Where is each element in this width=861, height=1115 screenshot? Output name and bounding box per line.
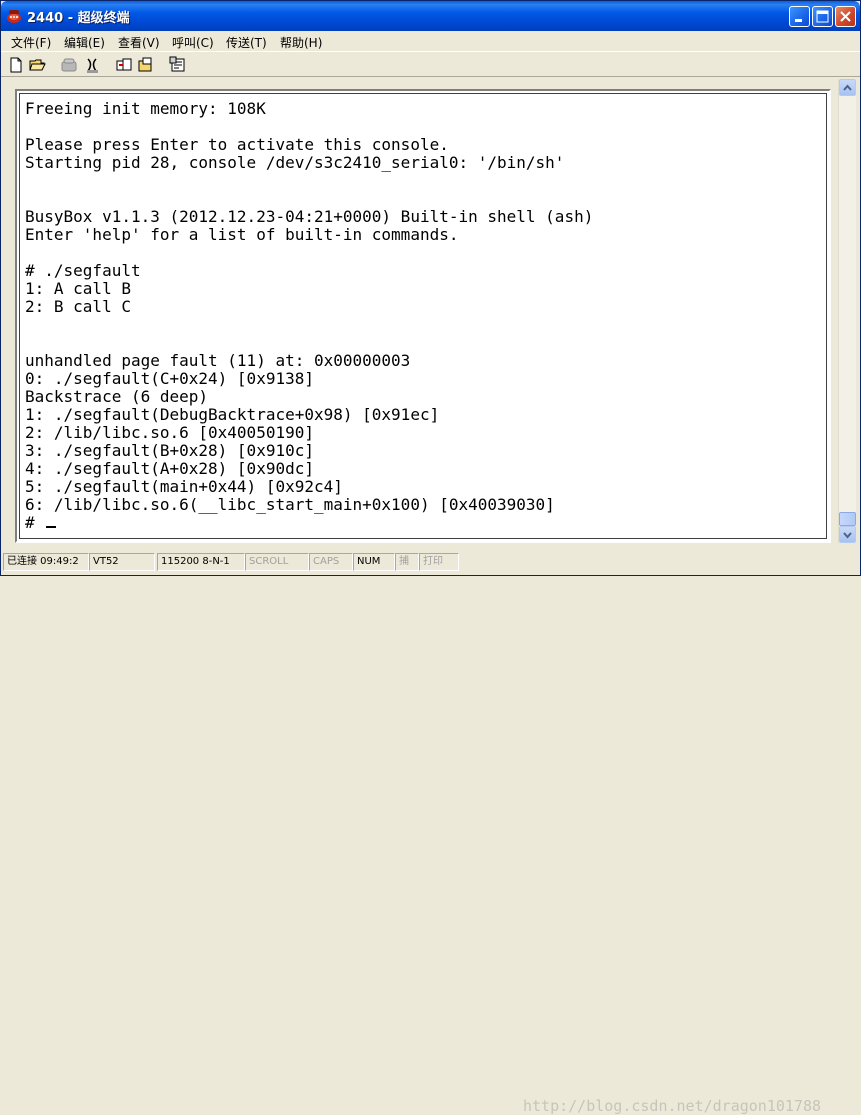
terminal-prompt: # [25, 513, 45, 532]
watermark: http://blog.csdn.net/dragon101788 [523, 1097, 822, 1115]
terminal-cursor [46, 526, 57, 528]
status-scroll: SCROLL [245, 553, 309, 571]
terminal-line: 5: ./segfault(main+0x44) [0x92c4] [25, 477, 343, 496]
scroll-thumb[interactable] [839, 512, 856, 526]
menu-call[interactable]: 呼叫(C) [172, 34, 214, 51]
menu-edit[interactable]: 编辑(E) [64, 34, 105, 51]
maximize-button[interactable] [812, 6, 833, 27]
menu-bar: 文件(F) 编辑(E) 查看(V) 呼叫(C) 传送(T) 帮助(H) [1, 31, 860, 51]
window-title: 2440 - 超级终端 [27, 11, 130, 26]
send-icon[interactable] [115, 56, 133, 74]
menu-view[interactable]: 查看(V) [118, 34, 160, 51]
terminal-line: 6: /lib/libc.so.6(__libc_start_main+0x10… [25, 495, 555, 514]
status-caps: CAPS [309, 553, 353, 571]
terminal-line: unhandled page fault (11) at: 0x00000003 [25, 351, 411, 370]
hyperterminal-app-icon[interactable] [6, 8, 22, 24]
new-document-icon[interactable] [7, 56, 25, 74]
terminal-frame: Freeing init memory: 108K Please press E… [15, 89, 831, 543]
terminal-line: Enter 'help' for a list of built-in comm… [25, 225, 459, 244]
status-bar: 已连接 09:49:2 VT52 115200 8-N-1 SCROLL CAP… [1, 549, 860, 1115]
arrow-up-icon [843, 84, 852, 91]
terminal-line: 1: ./segfault(DebugBacktrace+0x98) [0x91… [25, 405, 440, 424]
status-connected-time: 已连接 09:49:2 [3, 553, 89, 571]
maximize-icon [816, 10, 829, 23]
terminal-line: 2: B call C [25, 297, 131, 316]
terminal-line: 1: A call B [25, 279, 131, 298]
status-port-settings: 115200 8-N-1 [157, 553, 245, 571]
menu-help[interactable]: 帮助(H) [280, 34, 322, 51]
phone-icon[interactable] [60, 56, 78, 74]
terminal-line: 2: /lib/libc.so.6 [0x40050190] [25, 423, 314, 442]
properties-icon[interactable] [169, 56, 187, 74]
status-capture: 捕 [395, 553, 419, 571]
close-icon [840, 11, 851, 22]
hyperterminal-window: 2440 - 超级终端 文件(F) 编辑(E) 查看(V) 呼叫(C) 传送(T… [0, 0, 861, 1115]
terminal-line: 3: ./segfault(B+0x28) [0x910c] [25, 441, 314, 460]
minimize-button[interactable] [789, 6, 810, 27]
terminal-line: Freeing init memory: 108K [25, 99, 266, 118]
terminal-line: Starting pid 28, console /dev/s3c2410_se… [25, 153, 565, 172]
terminal-line: 4: ./segfault(A+0x28) [0x90dc] [25, 459, 314, 478]
scroll-up-button[interactable] [839, 79, 856, 96]
terminal-prompt-line: # [25, 513, 57, 532]
disconnect-icon[interactable] [84, 56, 102, 74]
terminal-line: Please press Enter to activate this cons… [25, 135, 449, 154]
terminal-line: 0: ./segfault(C+0x24) [0x9138] [25, 369, 314, 388]
terminal-line: Backstrace (6 deep) [25, 387, 209, 406]
minimize-icon [795, 19, 802, 22]
status-num: NUM [353, 553, 395, 571]
menu-file[interactable]: 文件(F) [11, 34, 51, 51]
vertical-scrollbar[interactable] [838, 79, 856, 543]
title-bar[interactable]: 2440 - 超级终端 [1, 1, 860, 31]
status-print: 打印 [419, 553, 459, 571]
open-folder-icon[interactable] [29, 56, 47, 74]
menu-transfer[interactable]: 传送(T) [226, 34, 267, 51]
arrow-down-icon [843, 532, 852, 539]
toolbar [1, 51, 860, 77]
scroll-down-button[interactable] [839, 526, 856, 543]
close-button[interactable] [835, 6, 856, 27]
terminal-screen[interactable]: Freeing init memory: 108K Please press E… [19, 93, 827, 539]
terminal-line: BusyBox v1.1.3 (2012.12.23-04:21+0000) B… [25, 207, 594, 226]
receive-icon[interactable] [137, 56, 155, 74]
terminal-line: # ./segfault [25, 261, 141, 280]
status-emulation: VT52 [89, 553, 155, 571]
